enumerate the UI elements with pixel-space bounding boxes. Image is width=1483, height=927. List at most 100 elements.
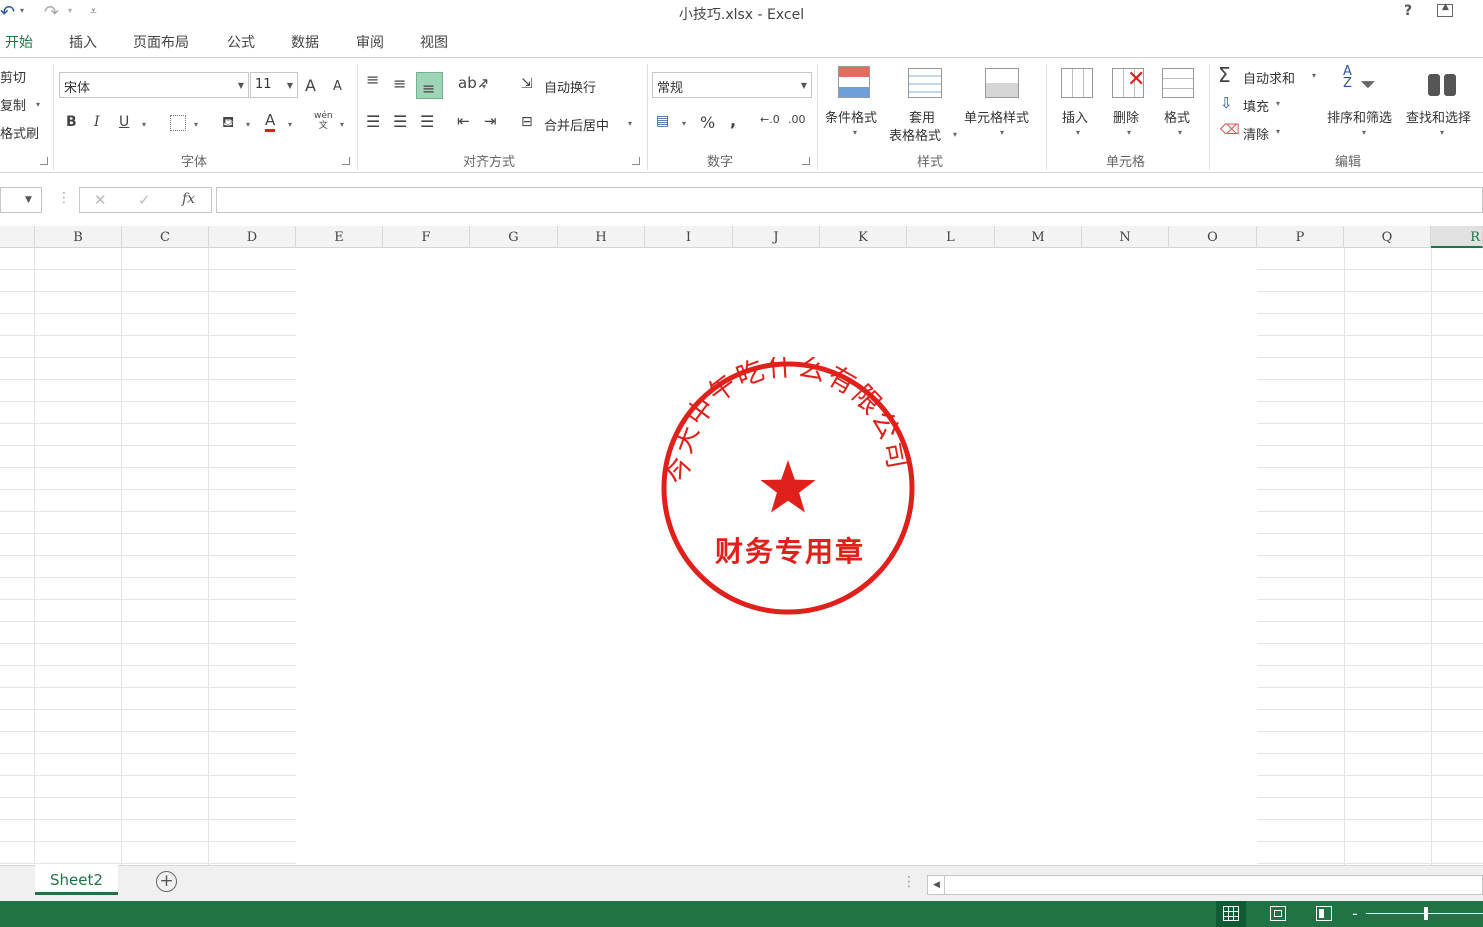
comma-style-button[interactable]: , xyxy=(730,111,736,130)
name-box[interactable]: ▼ xyxy=(0,187,42,213)
merge-center-button[interactable]: 合并后居中 xyxy=(544,115,609,134)
copy-dropdown-icon[interactable]: ▾ xyxy=(36,100,40,109)
cell-styles-button[interactable]: 单元格样式 xyxy=(964,107,1029,126)
format-painter-button[interactable]: 格式刷 xyxy=(0,123,39,142)
sort-filter-dropdown-icon[interactable]: ▾ xyxy=(1362,128,1366,137)
alignment-launcher-icon[interactable] xyxy=(632,157,640,165)
tab-review[interactable]: 审阅 xyxy=(356,32,384,52)
find-select-button[interactable]: 查找和选择 xyxy=(1406,107,1471,126)
format-as-table-dropdown-icon[interactable]: ▾ xyxy=(953,130,957,139)
cell-styles-dropdown-icon[interactable]: ▾ xyxy=(1000,128,1004,137)
help-icon[interactable]: ? xyxy=(1404,3,1412,19)
merge-center-icon[interactable]: ⊟ xyxy=(521,114,533,130)
cut-button[interactable]: 剪切 xyxy=(0,67,26,86)
page-layout-view-icon[interactable] xyxy=(1270,906,1286,921)
align-right-icon[interactable]: ☰ xyxy=(420,112,434,131)
orientation-dropdown-icon[interactable]: ▾ xyxy=(482,82,486,91)
merge-dropdown-icon[interactable]: ▾ xyxy=(628,119,632,128)
add-sheet-icon[interactable]: + xyxy=(156,871,177,892)
insert-function-icon[interactable]: fx xyxy=(182,191,195,207)
insert-dropdown-icon[interactable]: ▾ xyxy=(1076,128,1080,137)
find-select-dropdown-icon[interactable]: ▾ xyxy=(1440,128,1444,137)
clear-button[interactable]: 清除 xyxy=(1243,124,1269,143)
column-header-l[interactable]: L xyxy=(907,226,995,248)
sheet-tab-sheet2[interactable]: Sheet2 xyxy=(35,865,118,895)
tab-formulas[interactable]: 公式 xyxy=(227,32,255,52)
confirm-icon[interactable]: ✓ xyxy=(138,191,151,209)
accounting-dropdown-icon[interactable]: ▾ xyxy=(682,119,686,128)
number-launcher-icon[interactable] xyxy=(802,157,810,165)
column-header-g[interactable]: G xyxy=(470,226,558,248)
wrap-text-icon[interactable]: ⇲ xyxy=(521,76,533,92)
conditional-formatting-button[interactable]: 条件格式 xyxy=(825,107,877,126)
column-header-o[interactable]: O xyxy=(1169,226,1257,248)
insert-cells-button[interactable]: 插入 xyxy=(1062,107,1088,126)
select-all-corner[interactable] xyxy=(0,226,35,248)
borders-icon[interactable] xyxy=(170,115,186,131)
align-middle-icon[interactable]: ≡ xyxy=(393,74,406,93)
clear-dropdown-icon[interactable]: ▾ xyxy=(1276,127,1280,136)
horizontal-scrollbar[interactable]: ◀ xyxy=(927,875,1483,895)
tab-view[interactable]: 视图 xyxy=(420,32,448,52)
normal-view-button[interactable] xyxy=(1216,901,1246,927)
shrink-font-icon[interactable]: A xyxy=(333,79,342,94)
fill-color-dropdown-icon[interactable]: ▾ xyxy=(246,120,250,129)
number-format-combo[interactable]: 常规 ▼ xyxy=(652,72,812,98)
accounting-format-icon[interactable]: ▤ xyxy=(656,113,669,129)
autosum-button[interactable]: 自动求和 xyxy=(1243,68,1295,87)
zoom-slider-thumb[interactable] xyxy=(1424,907,1428,920)
ribbon-display-options-icon[interactable]: ▲ xyxy=(1437,2,1453,17)
cancel-icon[interactable]: ✕ xyxy=(94,191,107,209)
fill-dropdown-icon[interactable]: ▾ xyxy=(1276,99,1280,108)
grow-font-icon[interactable]: A xyxy=(305,76,316,95)
column-header-j[interactable]: J xyxy=(733,226,820,248)
tab-home[interactable]: 开始 xyxy=(5,32,33,52)
fill-button[interactable]: 填充 xyxy=(1243,96,1269,115)
align-center-icon[interactable]: ☰ xyxy=(393,112,407,131)
sort-filter-button[interactable]: 排序和筛选 xyxy=(1327,107,1392,126)
italic-button[interactable]: I xyxy=(94,114,100,130)
align-top-icon[interactable]: ≡ xyxy=(366,70,379,89)
copy-button[interactable]: 复制 xyxy=(0,95,26,114)
increase-decimal-icon[interactable]: ←.0 xyxy=(760,113,780,126)
column-header-c[interactable]: C xyxy=(122,226,209,248)
tab-insert[interactable]: 插入 xyxy=(69,32,97,52)
column-header-r[interactable]: R xyxy=(1431,226,1483,248)
formula-input[interactable] xyxy=(216,187,1483,213)
clipboard-launcher-icon[interactable] xyxy=(40,157,48,165)
align-left-icon[interactable]: ☰ xyxy=(366,112,380,131)
column-header-k[interactable]: K xyxy=(820,226,907,248)
underline-dropdown-icon[interactable]: ▾ xyxy=(142,120,146,129)
delete-cells-button[interactable]: 删除 xyxy=(1113,107,1139,126)
column-header-p[interactable]: P xyxy=(1257,226,1344,248)
format-dropdown-icon[interactable]: ▾ xyxy=(1178,128,1182,137)
font-color-dropdown-icon[interactable]: ▾ xyxy=(288,120,292,129)
column-header-m[interactable]: M xyxy=(995,226,1082,248)
tab-page-layout[interactable]: 页面布局 xyxy=(133,32,189,52)
fill-color-icon[interactable]: ⛾ xyxy=(222,113,234,133)
align-bottom-button[interactable]: ≡ xyxy=(416,72,443,99)
column-header-e[interactable]: E xyxy=(296,226,383,248)
scroll-left-icon[interactable]: ◀ xyxy=(929,876,945,894)
column-header-n[interactable]: N xyxy=(1082,226,1169,248)
column-header-b[interactable]: B xyxy=(35,226,122,248)
wrap-text-button[interactable]: 自动换行 xyxy=(544,77,596,96)
column-header-i[interactable]: I xyxy=(645,226,733,248)
font-launcher-icon[interactable] xyxy=(342,157,350,165)
font-name-combo[interactable]: 宋体 ▼ xyxy=(59,72,249,98)
tab-data[interactable]: 数据 xyxy=(291,32,319,52)
format-cells-button[interactable]: 格式 xyxy=(1164,107,1190,126)
percent-style-button[interactable]: % xyxy=(700,113,715,132)
font-color-icon[interactable]: A xyxy=(265,112,276,132)
page-break-view-icon[interactable] xyxy=(1316,906,1332,921)
increase-indent-icon[interactable]: ⇥ xyxy=(484,112,497,130)
phonetic-dropdown-icon[interactable]: ▾ xyxy=(340,120,344,129)
bold-button[interactable]: B xyxy=(66,114,77,130)
decrease-decimal-icon[interactable]: .00 xyxy=(788,113,806,126)
decrease-indent-icon[interactable]: ⇤ xyxy=(457,112,470,130)
column-header-f[interactable]: F xyxy=(383,226,470,248)
column-header-q[interactable]: Q xyxy=(1344,226,1431,248)
zoom-out-icon[interactable]: - xyxy=(1352,904,1358,923)
borders-dropdown-icon[interactable]: ▾ xyxy=(194,120,198,129)
font-size-combo[interactable]: 11 ▼ xyxy=(250,72,298,98)
